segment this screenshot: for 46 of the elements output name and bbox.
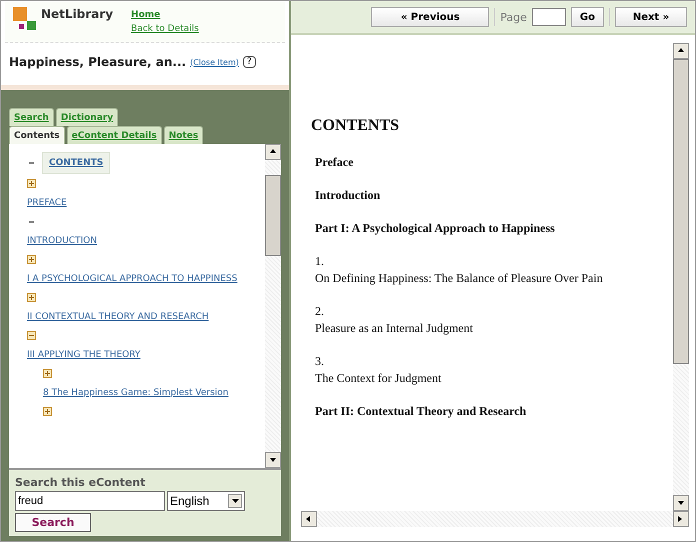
vertical-scrollbar[interactable]	[265, 144, 281, 468]
previous-button[interactable]: « Previous	[371, 7, 490, 27]
item-title: Happiness, Pleasure, an...	[9, 55, 186, 69]
tree-item[interactable]: I A PSYCHOLOGICAL APPROACH TO HAPPINESS	[27, 270, 238, 288]
dash-icon	[29, 162, 34, 164]
expand-icon[interactable]	[43, 369, 52, 378]
search-heading: Search this eContent	[15, 476, 146, 489]
contents-entry[interactable]: Part II: Contextual Theory and Research	[315, 404, 673, 419]
page-label: Page	[500, 10, 527, 24]
chapter-title[interactable]: On Defining Happiness: The Balance of Pleasure Over Pain	[315, 271, 673, 286]
logo-icon	[13, 7, 39, 33]
dash-icon	[29, 220, 34, 222]
nav-link[interactable]: Home	[131, 10, 199, 20]
chapter-number: 1.	[315, 254, 325, 269]
close-item-link[interactable]: (Close Item)	[190, 58, 239, 66]
horizontal-scrollbar[interactable]	[301, 511, 689, 527]
contents-entry[interactable]: Introduction	[315, 188, 673, 203]
expand-icon[interactable]	[27, 255, 36, 264]
chapter-number: 2.	[315, 304, 325, 319]
tree-item[interactable]: PREFACE	[27, 194, 67, 212]
search-button[interactable]: Search	[15, 513, 91, 532]
tree-item[interactable]: 8 The Happiness Game: Simplest Version	[43, 384, 228, 402]
tree-item[interactable]: II CONTEXTUAL THEORY AND RESEARCH	[27, 308, 209, 326]
chapter-number: 3.	[315, 354, 325, 369]
logo-text: NetLibrary	[41, 7, 114, 21]
expand-icon[interactable]	[27, 179, 36, 188]
help-icon[interactable]: ?	[242, 56, 256, 68]
collapse-icon[interactable]	[27, 331, 36, 340]
chapter-title[interactable]: The Context for Judgment	[315, 371, 673, 386]
contents-heading: CONTENTS	[311, 117, 400, 135]
chapter-title[interactable]: Pleasure as an Internal Judgment	[315, 321, 673, 336]
language-dropdown[interactable]: English	[167, 491, 245, 511]
tree-item[interactable]: CONTENTS	[42, 152, 110, 174]
search-field[interactable]: freud	[15, 491, 165, 511]
nav-link[interactable]: Back to Details	[131, 24, 199, 34]
tree-item[interactable]: III APPLYING THE THEORY	[27, 346, 140, 364]
go-button[interactable]: Go	[570, 7, 604, 27]
tab[interactable]: Contents	[9, 126, 65, 144]
tree-item[interactable]: INTRODUCTION	[27, 232, 97, 250]
contents-entry[interactable]: Preface	[315, 155, 673, 170]
vertical-scrollbar[interactable]	[673, 43, 689, 511]
next-button[interactable]: Next »	[615, 7, 687, 27]
expand-icon[interactable]	[43, 407, 52, 416]
page-field[interactable]	[532, 8, 566, 26]
expand-icon[interactable]	[27, 293, 36, 302]
contents-entry[interactable]: Part I: A Psychological Approach to Happiness	[315, 221, 673, 236]
